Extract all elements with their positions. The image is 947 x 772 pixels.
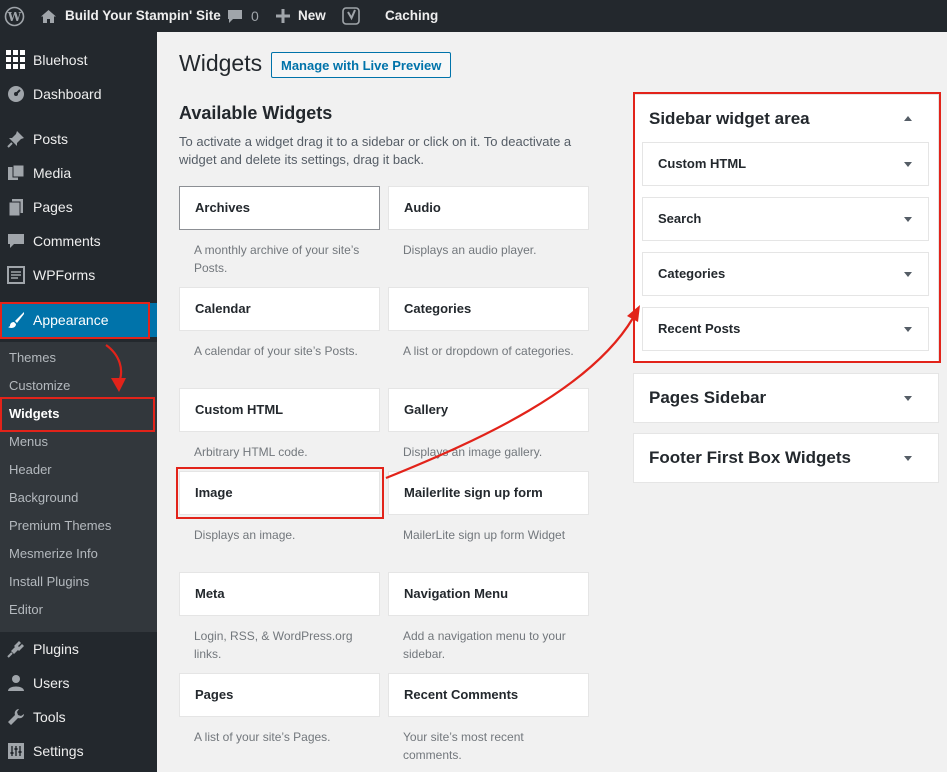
annotation-arrow-image-to-sidebar [385, 317, 634, 480]
annotation-arrows [105, 305, 640, 480]
annotation-arrow-appearance-to-widgets [105, 344, 123, 383]
annotation-arrowhead [627, 305, 640, 322]
annotation-arrowhead [111, 378, 126, 392]
